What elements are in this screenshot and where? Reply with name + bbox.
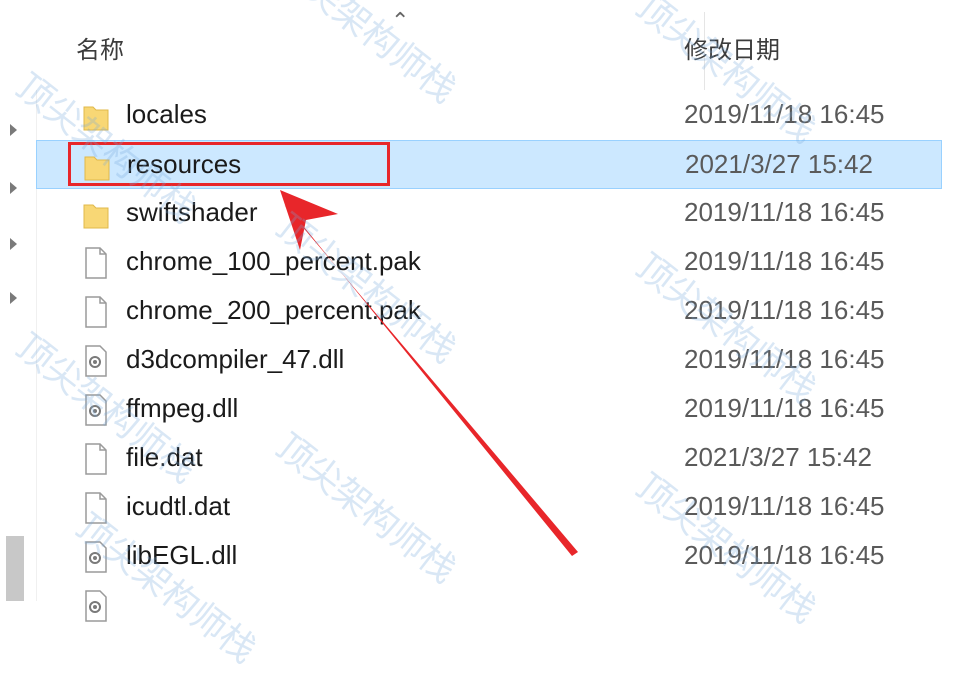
expand-arrow-icon[interactable] (10, 182, 17, 194)
dll-icon (82, 393, 110, 427)
file-modified-date: 2019/11/18 16:45 (684, 99, 885, 129)
expand-arrow-icon[interactable] (10, 292, 17, 304)
file-modified-date: 2019/11/18 16:45 (684, 197, 885, 227)
file-modified-date: 2021/3/27 15:42 (685, 149, 873, 179)
file-row[interactable]: locales 2019/11/18 16:45 (36, 91, 942, 140)
file-modified-date: 2019/11/18 16:45 (684, 393, 885, 423)
file-modified-date: 2019/11/18 16:45 (684, 246, 885, 276)
file-name: swiftshader (126, 197, 258, 227)
file-row[interactable]: file.dat 2021/3/27 15:42 (36, 434, 942, 483)
file-name: chrome_200_percent.pak (126, 295, 421, 325)
file-name: file.dat (126, 442, 203, 472)
file-icon (82, 491, 110, 525)
file-modified-date: 2019/11/18 16:45 (684, 295, 885, 325)
date-column-header[interactable]: 修改日期 (684, 30, 780, 65)
file-row-partial[interactable] (36, 581, 942, 630)
file-name: chrome_100_percent.pak (126, 246, 421, 276)
file-row[interactable]: swiftshader 2019/11/18 16:45 (36, 189, 942, 238)
navigation-pane (0, 0, 37, 601)
folder-icon (82, 197, 110, 231)
dll-icon (82, 540, 110, 574)
file-modified-date: 2019/11/18 16:45 (684, 344, 885, 374)
folder-icon (82, 99, 110, 133)
column-header-row: ⌃ 名称 修改日期 (36, 0, 956, 90)
file-row[interactable]: d3dcompiler_47.dll 2019/11/18 16:45 (36, 336, 942, 385)
file-row[interactable]: icudtl.dat 2019/11/18 16:45 (36, 483, 942, 532)
expand-arrow-icon[interactable] (10, 238, 17, 250)
file-icon (82, 246, 110, 280)
file-row[interactable]: chrome_100_percent.pak 2019/11/18 16:45 (36, 238, 942, 287)
file-name: libEGL.dll (126, 540, 238, 570)
file-modified-date: 2019/11/18 16:45 (684, 491, 885, 521)
file-name: locales (126, 99, 207, 129)
highlight-box (68, 142, 390, 186)
expand-arrow-icon[interactable] (10, 124, 17, 136)
dll-icon (82, 589, 110, 623)
file-name: ffmpeg.dll (126, 393, 239, 423)
file-icon (82, 295, 110, 329)
file-modified-date: 2019/11/18 16:45 (684, 540, 885, 570)
name-column-header[interactable]: 名称 (76, 30, 124, 65)
file-name: icudtl.dat (126, 491, 231, 521)
dll-icon (82, 344, 110, 378)
file-icon (82, 442, 110, 476)
sort-ascending-icon[interactable]: ⌃ (391, 8, 409, 34)
file-row[interactable]: libEGL.dll 2019/11/18 16:45 (36, 532, 942, 581)
scrollbar-thumb[interactable] (6, 536, 24, 601)
file-modified-date: 2021/3/27 15:42 (684, 442, 872, 472)
file-row[interactable]: chrome_200_percent.pak 2019/11/18 16:45 (36, 287, 942, 336)
file-name: d3dcompiler_47.dll (126, 344, 345, 374)
file-row[interactable]: ffmpeg.dll 2019/11/18 16:45 (36, 385, 942, 434)
